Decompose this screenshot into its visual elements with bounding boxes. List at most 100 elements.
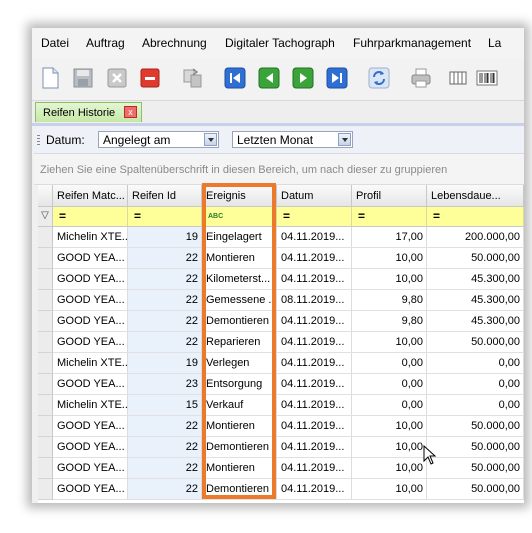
cell-ereignis[interactable]: Gemessene ...	[202, 290, 277, 311]
column-header-reifen-match[interactable]: Reifen Matc...	[53, 185, 128, 207]
cell-profil[interactable]: 9,80	[352, 311, 427, 332]
filter-cell-profil[interactable]: =	[352, 207, 427, 227]
cell-reifen-id[interactable]: 22	[128, 416, 202, 437]
cell-ereignis[interactable]: Demontieren	[202, 479, 277, 500]
cell-datum[interactable]: 04.11.2019...	[277, 479, 352, 500]
menu-datei[interactable]: Datei	[41, 36, 69, 50]
cell-datum[interactable]: 04.11.2019...	[277, 374, 352, 395]
cell-reifen-id[interactable]: 22	[128, 437, 202, 458]
menu-auftrag[interactable]: Auftrag	[86, 36, 125, 50]
cell-reifen-id[interactable]: 19	[128, 227, 202, 248]
cell-lebensdauer[interactable]: 200.000,00	[427, 227, 524, 248]
first-record-icon[interactable]	[224, 67, 246, 89]
row-selector[interactable]	[38, 332, 53, 353]
cell-lebensdauer[interactable]: 0,00	[427, 374, 524, 395]
cell-profil[interactable]: 10,00	[352, 479, 427, 500]
row-selector[interactable]	[38, 395, 53, 416]
cell-datum[interactable]: 04.11.2019...	[277, 437, 352, 458]
cell-reifen-match[interactable]: GOOD YEA...	[53, 479, 128, 500]
filter-cell-reifen-id[interactable]: =	[128, 207, 202, 227]
column-header-lebensdauer[interactable]: Lebensdaue...	[427, 185, 524, 207]
row-selector[interactable]	[38, 290, 53, 311]
cell-profil[interactable]: 10,00	[352, 269, 427, 290]
cell-datum[interactable]: 04.11.2019...	[277, 332, 352, 353]
print-icon[interactable]	[410, 67, 432, 89]
cell-ereignis[interactable]: Entsorgung	[202, 374, 277, 395]
cell-profil[interactable]: 10,00	[352, 332, 427, 353]
cell-reifen-match[interactable]: GOOD YEA...	[53, 248, 128, 269]
cell-datum[interactable]: 08.11.2019...	[277, 290, 352, 311]
cell-reifen-id[interactable]: 22	[128, 290, 202, 311]
row-selector[interactable]	[38, 311, 53, 332]
cancel-icon[interactable]	[106, 67, 128, 89]
cell-ereignis[interactable]: Kilometerst...	[202, 269, 277, 290]
cell-profil[interactable]: 0,00	[352, 374, 427, 395]
cell-datum[interactable]: 04.11.2019...	[277, 269, 352, 290]
cell-reifen-id[interactable]: 22	[128, 311, 202, 332]
cell-reifen-match[interactable]: GOOD YEA...	[53, 290, 128, 311]
group-by-panel[interactable]: Ziehen Sie eine Spaltenüberschrift in di…	[34, 154, 524, 185]
column-header-profil[interactable]: Profil	[352, 185, 427, 207]
previous-record-icon[interactable]	[258, 67, 280, 89]
drag-grip-icon[interactable]	[37, 135, 40, 145]
cell-reifen-match[interactable]: GOOD YEA...	[53, 311, 128, 332]
cell-profil[interactable]: 0,00	[352, 395, 427, 416]
cell-ereignis[interactable]: Eingelagert	[202, 227, 277, 248]
cell-ereignis[interactable]: Demontieren	[202, 437, 277, 458]
cell-ereignis[interactable]: Montieren	[202, 458, 277, 479]
date-field-select[interactable]: Angelegt am	[98, 131, 219, 148]
cell-reifen-match[interactable]: GOOD YEA...	[53, 269, 128, 290]
new-document-icon[interactable]	[39, 67, 61, 89]
menu-more[interactable]: La	[488, 36, 501, 50]
cell-lebensdauer[interactable]: 50.000,00	[427, 458, 524, 479]
row-selector[interactable]	[38, 248, 53, 269]
cell-reifen-id[interactable]: 19	[128, 353, 202, 374]
tab-reifen-historie[interactable]: Reifen Historie x	[35, 102, 142, 122]
cell-reifen-id[interactable]: 23	[128, 374, 202, 395]
cell-profil[interactable]: 0,00	[352, 353, 427, 374]
cell-profil[interactable]: 9,80	[352, 290, 427, 311]
columns-icon[interactable]	[447, 67, 469, 89]
close-icon[interactable]: x	[124, 106, 137, 118]
row-selector[interactable]	[38, 269, 53, 290]
cell-lebensdauer[interactable]: 45.300,00	[427, 311, 524, 332]
row-selector[interactable]	[38, 479, 53, 500]
menu-fuhrparkmanagement[interactable]: Fuhrparkmanagement	[353, 36, 471, 50]
row-selector[interactable]	[38, 416, 53, 437]
cell-profil[interactable]: 10,00	[352, 437, 427, 458]
cell-reifen-id[interactable]: 15	[128, 395, 202, 416]
cell-profil[interactable]: 17,00	[352, 227, 427, 248]
column-header-reifen-id[interactable]: Reifen Id	[128, 185, 202, 207]
row-selector[interactable]	[38, 437, 53, 458]
cell-ereignis[interactable]: Montieren	[202, 416, 277, 437]
cell-ereignis[interactable]: Demontieren	[202, 311, 277, 332]
cell-datum[interactable]: 04.11.2019...	[277, 311, 352, 332]
next-record-icon[interactable]	[292, 67, 314, 89]
cell-reifen-match[interactable]: GOOD YEA...	[53, 458, 128, 479]
cell-datum[interactable]: 04.11.2019...	[277, 458, 352, 479]
filter-cell-lebensdauer[interactable]: =	[427, 207, 524, 227]
cell-lebensdauer[interactable]: 50.000,00	[427, 248, 524, 269]
cell-lebensdauer[interactable]: 45.300,00	[427, 290, 524, 311]
row-selector[interactable]	[38, 458, 53, 479]
cell-lebensdauer[interactable]: 50.000,00	[427, 416, 524, 437]
last-record-icon[interactable]	[326, 67, 348, 89]
cell-datum[interactable]: 04.11.2019...	[277, 395, 352, 416]
cell-profil[interactable]: 10,00	[352, 248, 427, 269]
date-period-select[interactable]: Letzten Monat	[232, 131, 353, 148]
barcode-icon[interactable]	[476, 67, 498, 89]
cell-reifen-id[interactable]: 22	[128, 248, 202, 269]
cell-ereignis[interactable]: Reparieren	[202, 332, 277, 353]
cell-reifen-match[interactable]: Michelin XTE...	[53, 353, 128, 374]
menu-abrechnung[interactable]: Abrechnung	[142, 36, 207, 50]
cell-profil[interactable]: 10,00	[352, 458, 427, 479]
cell-lebensdauer[interactable]: 50.000,00	[427, 479, 524, 500]
cell-lebensdauer[interactable]: 50.000,00	[427, 332, 524, 353]
cell-reifen-match[interactable]: GOOD YEA...	[53, 332, 128, 353]
row-selector[interactable]	[38, 353, 53, 374]
column-header-ereignis[interactable]: Ereignis	[202, 185, 277, 207]
refresh-icon[interactable]	[368, 67, 390, 89]
cell-reifen-id[interactable]: 22	[128, 269, 202, 290]
cell-datum[interactable]: 04.11.2019...	[277, 353, 352, 374]
cell-reifen-match[interactable]: Michelin XTE...	[53, 395, 128, 416]
